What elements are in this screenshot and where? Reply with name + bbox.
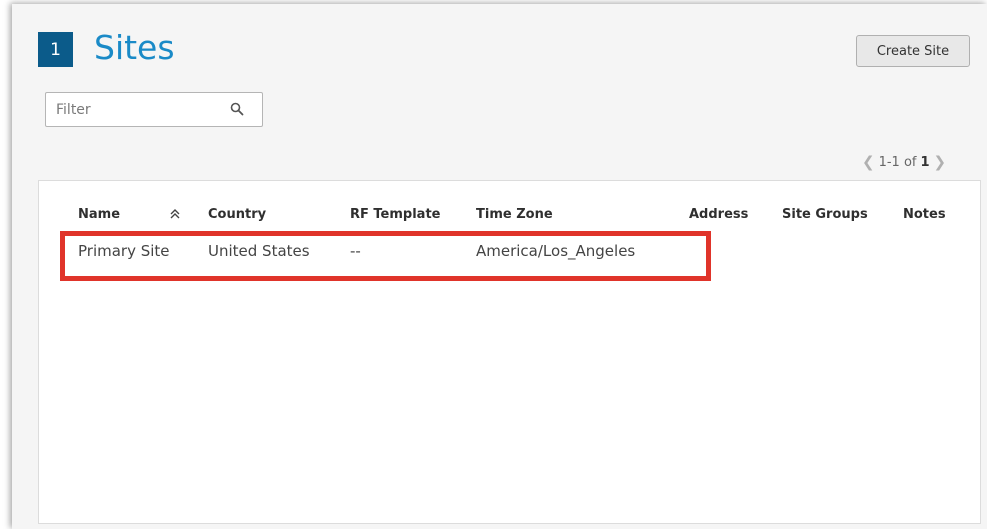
sort-ascending-icon[interactable]: [169, 208, 181, 220]
create-site-button[interactable]: Create Site: [856, 35, 970, 67]
page-title: Sites: [94, 28, 175, 67]
cell-rf-template: --: [350, 242, 361, 260]
pagination: ❮ 1-1 of 1 ❯: [858, 153, 950, 171]
column-header-name[interactable]: Name: [78, 207, 120, 222]
chevron-right-icon[interactable]: ❯: [930, 153, 951, 171]
column-header-rf-template[interactable]: RF Template: [350, 207, 441, 222]
column-header-country[interactable]: Country: [208, 207, 266, 222]
search-icon[interactable]: [230, 102, 244, 116]
screen: 1 Sites Create Site ❮ 1-1 of 1 ❯ Name Co…: [0, 0, 987, 529]
column-header-address[interactable]: Address: [689, 207, 748, 222]
column-header-notes[interactable]: Notes: [903, 207, 946, 222]
sites-table: Name Country RF Template Time Zone Addre…: [38, 180, 981, 524]
cell-time-zone: America/Los_Angeles: [476, 242, 636, 260]
step-badge: 1: [38, 32, 73, 67]
step-number: 1: [50, 39, 61, 60]
pagination-range: 1-1 of: [878, 154, 917, 170]
cell-name[interactable]: Primary Site: [78, 242, 170, 260]
chevron-left-icon[interactable]: ❮: [858, 153, 879, 171]
cell-country: United States: [208, 242, 310, 260]
pagination-total: 1: [920, 154, 930, 170]
filter-box: [45, 92, 263, 127]
column-header-time-zone[interactable]: Time Zone: [476, 207, 553, 222]
sites-panel: 1 Sites Create Site ❮ 1-1 of 1 ❯ Name Co…: [12, 4, 987, 529]
column-header-site-groups[interactable]: Site Groups: [782, 207, 868, 222]
filter-input[interactable]: [46, 93, 216, 126]
